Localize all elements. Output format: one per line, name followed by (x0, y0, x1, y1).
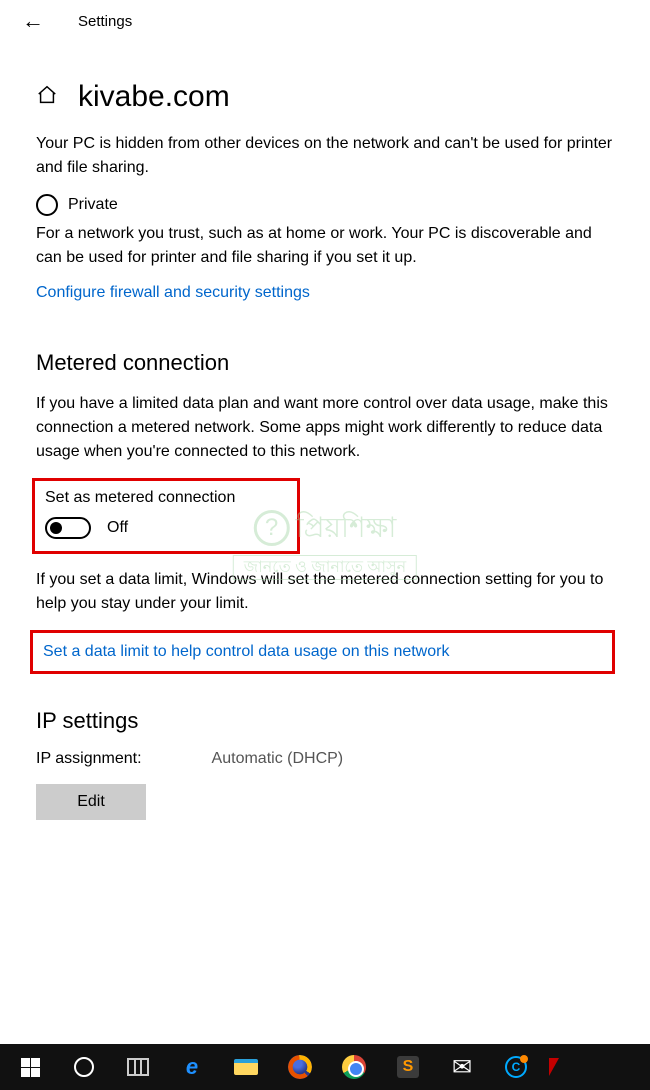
red-app-icon (549, 1058, 559, 1076)
taskview-button[interactable] (112, 1044, 164, 1090)
private-radio-label: Private (68, 196, 118, 214)
sublime-button[interactable]: S (382, 1044, 434, 1090)
metered-heading: Metered connection (36, 350, 614, 376)
windows-icon (21, 1058, 40, 1077)
start-button[interactable] (4, 1044, 56, 1090)
home-icon[interactable] (36, 84, 58, 110)
metered-toggle-state: Off (107, 519, 128, 537)
cortana-button[interactable] (58, 1044, 110, 1090)
metered-toggle-label: Set as metered connection (45, 489, 287, 507)
cortana-icon (74, 1057, 94, 1077)
file-explorer-button[interactable] (220, 1044, 272, 1090)
firefox-button[interactable] (274, 1044, 326, 1090)
metered-toggle-highlight: Set as metered connection Off (32, 478, 300, 554)
folder-icon (234, 1059, 258, 1075)
radio-circle-icon (36, 194, 58, 216)
ip-assignment-value: Automatic (DHCP) (212, 750, 344, 768)
ip-assignment-label: IP assignment: (36, 750, 142, 768)
page-title: kivabe.com (78, 80, 230, 114)
chrome-button[interactable] (328, 1044, 380, 1090)
sublime-icon: S (397, 1056, 419, 1078)
private-radio[interactable]: Private (36, 194, 614, 216)
hidden-devices-text: Your PC is hidden from other devices on … (36, 132, 614, 180)
data-limit-highlight: Set a data limit to help control data us… (30, 630, 615, 674)
mail-icon: ✉ (452, 1053, 472, 1082)
data-limit-link[interactable]: Set a data limit to help control data us… (43, 643, 449, 661)
mail-button[interactable]: ✉ (436, 1044, 488, 1090)
taskview-icon (127, 1058, 149, 1076)
firewall-link[interactable]: Configure firewall and security settings (36, 284, 310, 302)
metered-toggle[interactable] (45, 517, 91, 539)
toggle-knob-icon (50, 522, 62, 534)
ip-edit-button[interactable]: Edit (36, 784, 146, 820)
chrome-icon (342, 1055, 366, 1079)
data-limit-description: If you set a data limit, Windows will se… (36, 568, 614, 616)
metered-description: If you have a limited data plan and want… (36, 392, 614, 464)
taskbar: e S ✉ C (0, 1044, 650, 1090)
content-area: kivabe.com Your PC is hidden from other … (0, 38, 650, 820)
edge-icon: e (186, 1054, 198, 1080)
taskbar-overflow[interactable] (544, 1044, 564, 1090)
firefox-icon (288, 1055, 312, 1079)
back-arrow-icon[interactable]: ← (22, 10, 44, 32)
private-description: For a network you trust, such as at home… (36, 222, 614, 270)
metered-toggle-row: Off (45, 517, 287, 539)
edge-button[interactable]: e (166, 1044, 218, 1090)
title-row: kivabe.com (36, 80, 614, 114)
ccleaner-button[interactable]: C (490, 1044, 542, 1090)
ccleaner-icon: C (505, 1056, 527, 1078)
ip-assignment-row: IP assignment: Automatic (DHCP) (36, 750, 614, 768)
ip-settings-heading: IP settings (36, 708, 614, 734)
settings-label: Settings (78, 13, 132, 30)
header-bar: ← Settings (0, 0, 650, 38)
